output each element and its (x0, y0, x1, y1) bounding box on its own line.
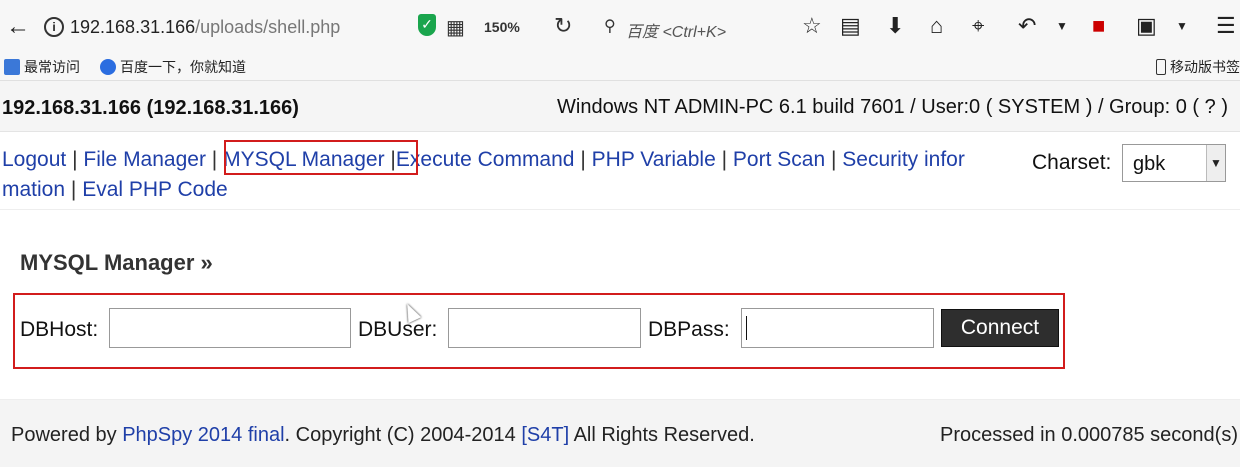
nav-execute-command[interactable]: Execute Command (396, 148, 575, 171)
charset-value: gbk (1133, 153, 1166, 175)
bookmark-baidu[interactable]: 百度一下，你就知道 (100, 57, 246, 77)
back-arrow-icon[interactable]: ← (6, 15, 30, 39)
footer-credits: Powered by PhpSpy 2014 final. Copyright … (11, 424, 755, 447)
divider (0, 209, 1240, 210)
nav-separator: | (72, 148, 78, 171)
nav-eval-php-code[interactable]: Eval PHP Code (82, 178, 228, 201)
url-path: /uploads/shell.php (195, 17, 341, 37)
camera-icon[interactable]: ▣ (1136, 13, 1157, 39)
host-info: 192.168.31.166 (192.168.31.166) (2, 97, 299, 119)
menu-icon[interactable]: ☰ (1216, 13, 1236, 39)
charset-select[interactable]: gbk ▼ (1122, 144, 1226, 182)
nav-security-information[interactable]: Security infor (842, 148, 965, 171)
crop-icon[interactable]: ⌖ (972, 13, 984, 39)
screen-icon[interactable]: ■ (1092, 13, 1105, 39)
nav-security-information-cont[interactable]: mation (2, 178, 65, 201)
nav-port-scan[interactable]: Port Scan (733, 148, 825, 171)
phone-icon (1156, 59, 1166, 75)
highlight-box-mysql (224, 140, 418, 175)
nav-separator: | (721, 148, 728, 171)
nav-separator: | (830, 148, 837, 171)
bookmark-most-visited[interactable]: 最常访问 (4, 57, 80, 77)
info-icon[interactable]: i (44, 17, 64, 37)
dbuser-input[interactable] (448, 308, 641, 348)
section-title: MYSQL Manager » (20, 250, 213, 275)
server-info-bar: 192.168.31.166 (192.168.31.166) Windows … (0, 81, 1240, 132)
undo-icon[interactable]: ↶ (1018, 13, 1036, 39)
nav-php-variable[interactable]: PHP Variable (592, 148, 716, 171)
dbpass-label: DBPass: (648, 318, 730, 341)
reader-icon[interactable]: ▤ (840, 13, 861, 39)
nav-separator: | (580, 148, 586, 171)
nav-logout[interactable]: Logout (2, 148, 66, 171)
url-host: 192.168.31.166 (70, 17, 196, 37)
qr-code-icon[interactable]: ▦ (446, 15, 465, 40)
browser-toolbar: ← i 192.168.31.166/uploads/shell.php ✓ ▦… (0, 0, 1240, 54)
bookmark-icon (4, 59, 20, 75)
address-bar[interactable]: 192.168.31.166/uploads/shell.php (70, 17, 340, 38)
footer: Powered by PhpSpy 2014 final. Copyright … (0, 400, 1240, 467)
nav-separator: | (70, 178, 77, 201)
s4t-link[interactable]: [S4T] (521, 424, 569, 446)
zoom-level[interactable]: 150% (484, 19, 520, 35)
reload-icon[interactable]: ↻ (554, 13, 572, 39)
rights-text: All Rights Reserved. (573, 424, 755, 446)
nav-file-manager[interactable]: File Manager (83, 148, 206, 171)
text-caret (746, 316, 747, 340)
mobile-bookmarks[interactable]: 移动版书签 (1156, 57, 1240, 77)
powered-by-text: Powered by (11, 424, 117, 446)
system-info: Windows NT ADMIN-PC 6.1 build 7601 / Use… (557, 96, 1228, 118)
processing-time: Processed in 0.000785 second(s) (940, 424, 1238, 446)
dbhost-label: DBHost: (20, 318, 99, 341)
shield-icon[interactable]: ✓ (418, 14, 436, 36)
baidu-paw-icon (100, 59, 116, 75)
dbpass-input[interactable] (741, 308, 934, 348)
charset-label: Charset: (1032, 151, 1112, 174)
nav-menu: Logout | File Manager | MYSQL Manager |E… (2, 145, 1032, 205)
search-input[interactable]: 百度 <Ctrl+K> (626, 18, 726, 42)
chevron-down-icon[interactable]: ▼ (1206, 145, 1225, 181)
dropdown-icon[interactable]: ▼ (1056, 19, 1068, 33)
phpspy-link[interactable]: PhpSpy 2014 final (122, 424, 284, 446)
nav-separator: | (211, 148, 218, 171)
download-icon[interactable]: ⬇ (886, 13, 904, 39)
search-icon: ⚲ (604, 18, 616, 35)
home-icon[interactable]: ⌂ (930, 13, 943, 39)
dropdown-icon[interactable]: ▼ (1176, 19, 1188, 33)
dbhost-input[interactable] (109, 308, 351, 348)
bookmarks-bar: 最常访问 百度一下，你就知道 移动版书签 (0, 54, 1240, 81)
copyright-text: . Copyright (C) 2004-2014 (284, 424, 516, 446)
connect-button[interactable]: Connect (941, 309, 1059, 347)
star-icon[interactable]: ☆ (802, 13, 822, 39)
url-row: ← i 192.168.31.166/uploads/shell.php ✓ ▦… (0, 7, 1240, 47)
dbuser-label: DBUser: (358, 318, 438, 341)
